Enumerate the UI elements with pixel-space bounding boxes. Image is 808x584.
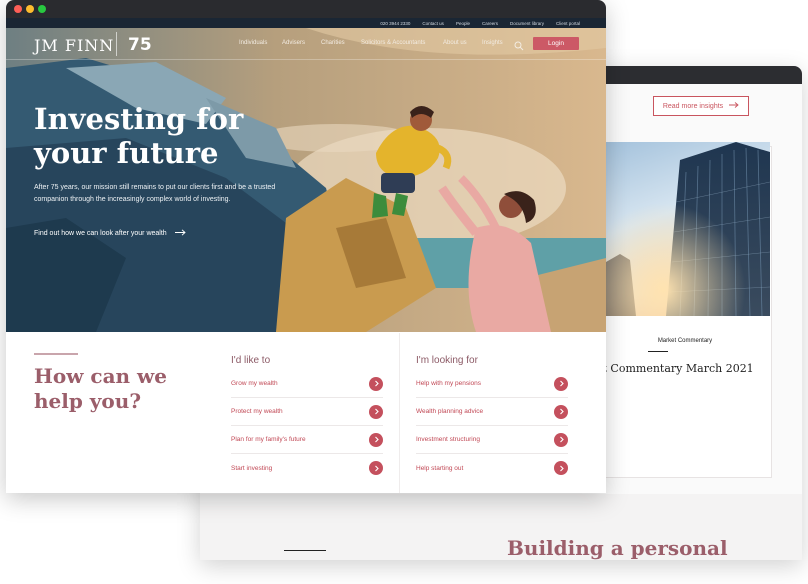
option-start-investing[interactable]: Start investing bbox=[231, 454, 383, 482]
utility-contact-us[interactable]: Contact us bbox=[422, 21, 444, 26]
hero-banner bbox=[6, 28, 606, 332]
divider bbox=[284, 550, 326, 551]
nav-insights[interactable]: Insights bbox=[482, 40, 503, 46]
divider bbox=[34, 353, 78, 355]
arrow-right-icon[interactable] bbox=[369, 376, 383, 391]
divider bbox=[399, 333, 400, 493]
logo[interactable]: JM FINN bbox=[34, 36, 114, 55]
option-label: Help with my pensions bbox=[416, 380, 482, 387]
option-wealth-planning[interactable]: Wealth planning advice bbox=[416, 398, 568, 426]
option-label: Start investing bbox=[231, 464, 273, 472]
help-heading: How can we help you? bbox=[34, 364, 167, 413]
option-label: Wealth planning advice bbox=[416, 408, 484, 415]
hero-illustration bbox=[6, 28, 606, 332]
option-label: Plan for my family's future bbox=[231, 436, 306, 443]
option-pensions[interactable]: Help with my pensions bbox=[416, 370, 568, 398]
hero-cta-link[interactable]: Find out how we can look after your weal… bbox=[34, 229, 186, 238]
nav-individuals[interactable]: Individuals bbox=[239, 40, 267, 46]
nav-solicitors-accountants[interactable]: Solicitors & Accountants bbox=[361, 40, 425, 46]
read-more-label: Read more insights bbox=[662, 102, 724, 110]
svg-text:75: 75 bbox=[128, 35, 152, 53]
arrow-right-icon[interactable] bbox=[369, 404, 383, 419]
option-protect-wealth[interactable]: Protect my wealth bbox=[231, 398, 383, 426]
main-nav: JM FINN 75 Individuals Advisers Charitie… bbox=[6, 28, 606, 60]
option-label: Investment structuring bbox=[416, 436, 480, 443]
nav-advisers[interactable]: Advisers bbox=[282, 40, 305, 46]
option-investment-structuring[interactable]: Investment structuring bbox=[416, 426, 568, 454]
hero-description: After 75 years, our mission still remain… bbox=[34, 184, 276, 203]
login-button[interactable]: Login bbox=[533, 37, 579, 50]
arrow-right-icon bbox=[729, 102, 739, 110]
anniversary-badge: 75 bbox=[127, 35, 157, 55]
arrow-right-icon bbox=[174, 229, 186, 238]
maximize-window-button[interactable] bbox=[38, 5, 46, 13]
article-title[interactable]: et Commentary March 2021 bbox=[596, 362, 776, 375]
utility-phone[interactable]: 020 3944 2330 bbox=[380, 21, 410, 26]
utility-careers[interactable]: Careers bbox=[482, 21, 498, 26]
arrow-right-icon[interactable] bbox=[369, 432, 383, 447]
option-grow-wealth[interactable]: Grow my wealth bbox=[231, 370, 383, 398]
hero-title: Investing for your future bbox=[34, 102, 244, 170]
option-family-future[interactable]: Plan for my family's future bbox=[231, 426, 383, 454]
arrow-right-icon[interactable] bbox=[554, 404, 568, 419]
divider bbox=[116, 32, 117, 56]
arrow-right-icon[interactable] bbox=[554, 461, 568, 475]
browser-window: 020 3944 2330 Contact us People Careers … bbox=[6, 0, 606, 493]
divider bbox=[6, 59, 606, 60]
utility-people[interactable]: People bbox=[456, 21, 470, 26]
section-heading: Building a personal bbox=[507, 536, 728, 560]
option-label: Grow my wealth bbox=[231, 380, 278, 387]
close-window-button[interactable] bbox=[14, 5, 22, 13]
minimize-window-button[interactable] bbox=[26, 5, 34, 13]
window-titlebar bbox=[6, 0, 606, 18]
arrow-right-icon[interactable] bbox=[369, 461, 383, 475]
option-label: Protect my wealth bbox=[231, 408, 283, 415]
col1-heading: I'd like to bbox=[231, 355, 271, 366]
search-icon[interactable] bbox=[514, 38, 524, 51]
article-category: Market Commentary bbox=[657, 338, 713, 344]
utility-nav: 020 3944 2330 Contact us People Careers … bbox=[6, 18, 606, 28]
nav-about-us[interactable]: About us bbox=[443, 40, 467, 46]
read-more-insights-button[interactable]: Read more insights bbox=[653, 96, 749, 116]
building-photo bbox=[606, 142, 770, 316]
utility-document-library[interactable]: Document library bbox=[510, 21, 544, 26]
arrow-right-icon[interactable] bbox=[554, 376, 568, 391]
divider bbox=[648, 351, 668, 352]
option-starting-out[interactable]: Help starting out bbox=[416, 454, 568, 482]
arrow-right-icon[interactable] bbox=[554, 432, 568, 447]
col2-heading: I'm looking for bbox=[416, 355, 478, 366]
nav-charities[interactable]: Charities bbox=[321, 40, 345, 46]
utility-client-portal[interactable]: Client portal bbox=[556, 21, 580, 26]
option-label: Help starting out bbox=[416, 464, 464, 472]
hero-cta-label: Find out how we can look after your weal… bbox=[34, 230, 167, 237]
